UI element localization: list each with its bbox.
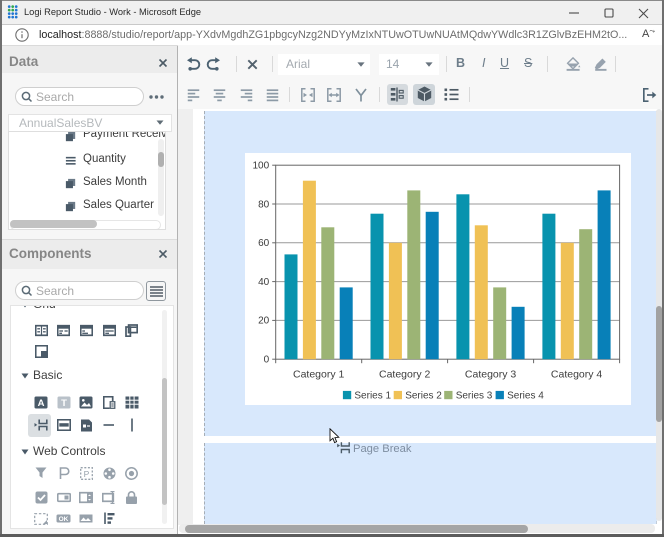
svg-text:Series 2: Series 2	[405, 390, 442, 401]
svg-text:40: 40	[258, 277, 270, 288]
svg-text:Series 4: Series 4	[507, 390, 544, 401]
svg-text:100: 100	[253, 161, 270, 172]
svg-text:Category 3: Category 3	[465, 369, 517, 381]
svg-text:80: 80	[258, 199, 270, 210]
svg-text:Category 4: Category 4	[551, 369, 603, 381]
svg-text:Series 3: Series 3	[456, 390, 493, 401]
svg-text:Category 1: Category 1	[293, 369, 345, 381]
svg-text:T: T	[61, 398, 67, 409]
svg-text:P: P	[84, 469, 90, 479]
svg-text:0: 0	[264, 355, 270, 366]
svg-text:Series 1: Series 1	[354, 390, 391, 401]
svg-text:60: 60	[258, 238, 270, 249]
svg-text:A: A	[38, 398, 45, 409]
svg-text:Category 2: Category 2	[379, 369, 431, 381]
svg-text:OK: OK	[59, 516, 69, 523]
svg-text:20: 20	[258, 316, 270, 327]
